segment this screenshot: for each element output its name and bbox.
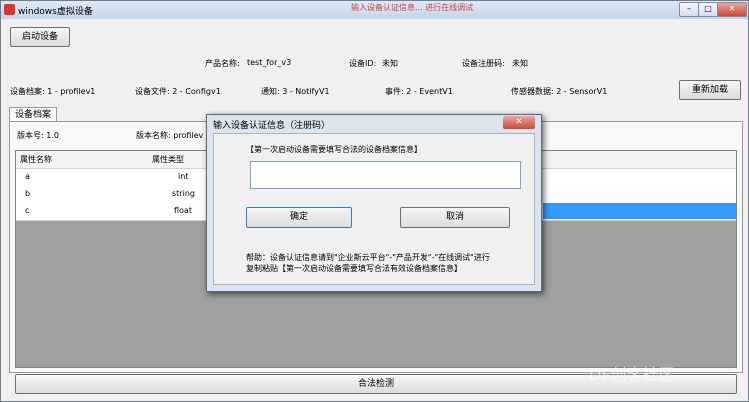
banner-text: 输入设备认证信息... 进行在线调试 bbox=[351, 3, 474, 12]
dialog-close-icon[interactable]: ✕ bbox=[503, 116, 535, 129]
window-title: windows虚拟设备 bbox=[18, 7, 93, 17]
banner-decoration: 输入设备认证信息... 进行在线调试 bbox=[301, 1, 621, 15]
reg-code-label: 设备注册码: bbox=[462, 59, 505, 68]
close-icon[interactable]: ✕ bbox=[717, 2, 747, 17]
app-icon bbox=[4, 4, 15, 15]
product-name-value: test_for_v3 bbox=[247, 58, 292, 67]
row-type: int bbox=[178, 172, 189, 181]
help-text-line1: 帮助：设备认证信息请到"企业斯云平台"-"产品开发"-"在线调试"进行 bbox=[246, 253, 490, 262]
auth-dialog: 输入设备认证信息（注册码） ✕ 【第一次启动设备需要填写合法的设备档案信息】 确… bbox=[206, 114, 542, 292]
device-id-label: 设备ID: bbox=[349, 59, 377, 68]
row-name: a bbox=[25, 172, 30, 181]
minimize-icon[interactable]: – bbox=[679, 2, 699, 17]
reg-code-value: 未知 bbox=[512, 59, 528, 68]
event-file-label: 事件: 2 - EventV1 bbox=[385, 87, 453, 96]
dialog-body: 【第一次启动设备需要填写合法的设备档案信息】 确定 取消 帮助：设备认证信息请到… bbox=[213, 133, 535, 285]
dialog-prompt: 【第一次启动设备需要填写合法的设备档案信息】 bbox=[246, 145, 422, 154]
row-type: float bbox=[174, 206, 192, 215]
product-name-label: 产品名称: bbox=[205, 59, 240, 68]
reload-button[interactable]: 重新加载 bbox=[679, 80, 741, 100]
dialog-title: 输入设备认证信息（注册码） bbox=[213, 121, 331, 131]
title-bar: windows虚拟设备 输入设备认证信息... 进行在线调试 – □ ✕ bbox=[1, 1, 748, 19]
cancel-button[interactable]: 取消 bbox=[400, 207, 510, 228]
row-name: b bbox=[25, 189, 31, 198]
notify-file-label: 通知: 3 - NotifyV1 bbox=[261, 87, 330, 96]
header-attr-name: 属性名称 bbox=[20, 155, 52, 164]
watermark: DF创客社区 bbox=[589, 365, 675, 384]
sensor-file-label: 传感器数据: 2 - SensorV1 bbox=[511, 87, 608, 96]
registration-code-input[interactable] bbox=[250, 161, 521, 189]
profile-file-label: 设备档案: 1 - profilev1 bbox=[10, 87, 96, 96]
row-name: c bbox=[25, 206, 30, 215]
maximize-icon[interactable]: □ bbox=[698, 2, 718, 17]
tab-device-profile[interactable]: 设备档案 bbox=[9, 107, 57, 122]
ok-button[interactable]: 确定 bbox=[246, 207, 352, 228]
start-device-button[interactable]: 启动设备 bbox=[10, 27, 70, 47]
row-selection-highlight bbox=[543, 203, 736, 219]
header-attr-type: 属性类型 bbox=[152, 155, 184, 164]
version-name: 版本名称: profilev bbox=[136, 131, 204, 140]
help-text-line2: 复制粘贴【第一次启动设备需要填写合法有效设备档案信息】 bbox=[246, 264, 462, 273]
row-type: string bbox=[172, 189, 195, 198]
device-id-value: 未知 bbox=[382, 59, 398, 68]
version-number: 版本号: 1.0 bbox=[17, 131, 59, 140]
config-file-label: 设备文件: 2 - Configv1 bbox=[135, 87, 221, 96]
